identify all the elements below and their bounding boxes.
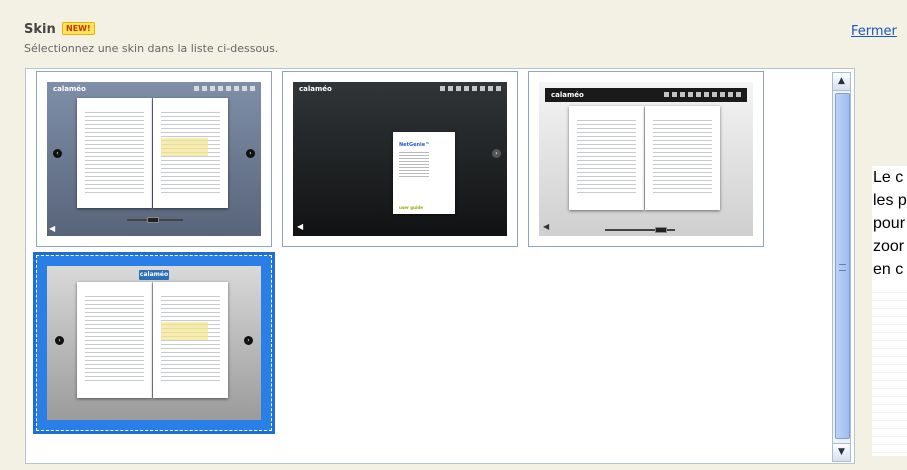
speaker-icon: ◀ bbox=[49, 224, 56, 233]
right-page bbox=[153, 98, 228, 208]
scrollbar-thumb[interactable] bbox=[835, 93, 850, 439]
side-line: en c bbox=[873, 261, 904, 278]
chevron-down-icon[interactable]: ▼ bbox=[833, 443, 850, 461]
side-description: Le c les p pour zoor en c bbox=[872, 166, 907, 456]
vertical-scrollbar[interactable]: ▲ ▼ bbox=[832, 72, 851, 462]
left-page bbox=[77, 282, 152, 398]
skin-list-panel: calaméo ‹ › ◀ calaméo NetGenie™ user gui… bbox=[25, 68, 855, 464]
skin-subtitle: Sélectionnez une skin dans la liste ci-d… bbox=[24, 42, 279, 55]
chevron-up-icon[interactable]: ▲ bbox=[833, 73, 850, 91]
next-page-icon: › bbox=[492, 149, 501, 158]
prev-page-icon: ‹ bbox=[53, 149, 62, 158]
zoom-knob bbox=[655, 227, 667, 233]
scrollbar-grip bbox=[839, 264, 846, 271]
side-line: les p bbox=[873, 192, 907, 209]
side-line: zoor bbox=[873, 238, 905, 255]
brand-label: calaméo bbox=[53, 85, 86, 93]
speaker-icon: ◀ bbox=[297, 222, 304, 231]
next-page-icon: › bbox=[244, 336, 253, 345]
cover-logo: NetGenie™ bbox=[399, 142, 431, 148]
brand-label: calaméo bbox=[139, 270, 169, 280]
skin-option-1[interactable]: calaméo ‹ › ◀ bbox=[36, 71, 272, 247]
new-badge: NEW! bbox=[62, 22, 95, 35]
document-cover: NetGenie™ user guide bbox=[393, 132, 455, 214]
dark-toolbar: calaméo bbox=[545, 88, 747, 102]
speaker-icon: ◀ bbox=[543, 222, 550, 231]
toolbar-icons bbox=[664, 92, 741, 97]
cover-text-lines bbox=[399, 152, 429, 178]
toolbar-icons bbox=[194, 86, 255, 91]
left-page bbox=[569, 106, 644, 210]
skin-option-4[interactable]: calaméo ‹ › bbox=[33, 252, 275, 434]
ruled-lines bbox=[872, 292, 907, 456]
next-page-icon: › bbox=[246, 149, 255, 158]
brand-label: calaméo bbox=[299, 85, 332, 93]
skin-preview-3: calaméo ◀ bbox=[539, 82, 753, 236]
cover-footer: user guide bbox=[399, 205, 423, 210]
brand-label: calaméo bbox=[551, 91, 584, 99]
side-line: Le c bbox=[873, 169, 904, 186]
skin-preview-2: calaméo NetGenie™ user guide › ◀ bbox=[293, 82, 507, 236]
close-link[interactable]: Fermer bbox=[851, 24, 897, 39]
toolbar-icons bbox=[440, 86, 501, 91]
right-page bbox=[153, 282, 228, 398]
left-page bbox=[77, 98, 152, 208]
zoom-knob bbox=[147, 217, 159, 223]
prev-page-icon: ‹ bbox=[55, 336, 64, 345]
skin-title: Skin bbox=[24, 22, 56, 37]
right-page bbox=[645, 106, 720, 210]
skin-preview-1: calaméo ‹ › ◀ bbox=[47, 82, 261, 236]
skin-option-2[interactable]: calaméo NetGenie™ user guide › ◀ bbox=[282, 71, 518, 247]
skin-option-3[interactable]: calaméo ◀ bbox=[528, 71, 764, 247]
side-description-text: Le c les p pour zoor en c bbox=[873, 166, 907, 281]
side-line: pour bbox=[873, 215, 906, 232]
skin-preview-4: calaméo ‹ › bbox=[47, 266, 261, 420]
